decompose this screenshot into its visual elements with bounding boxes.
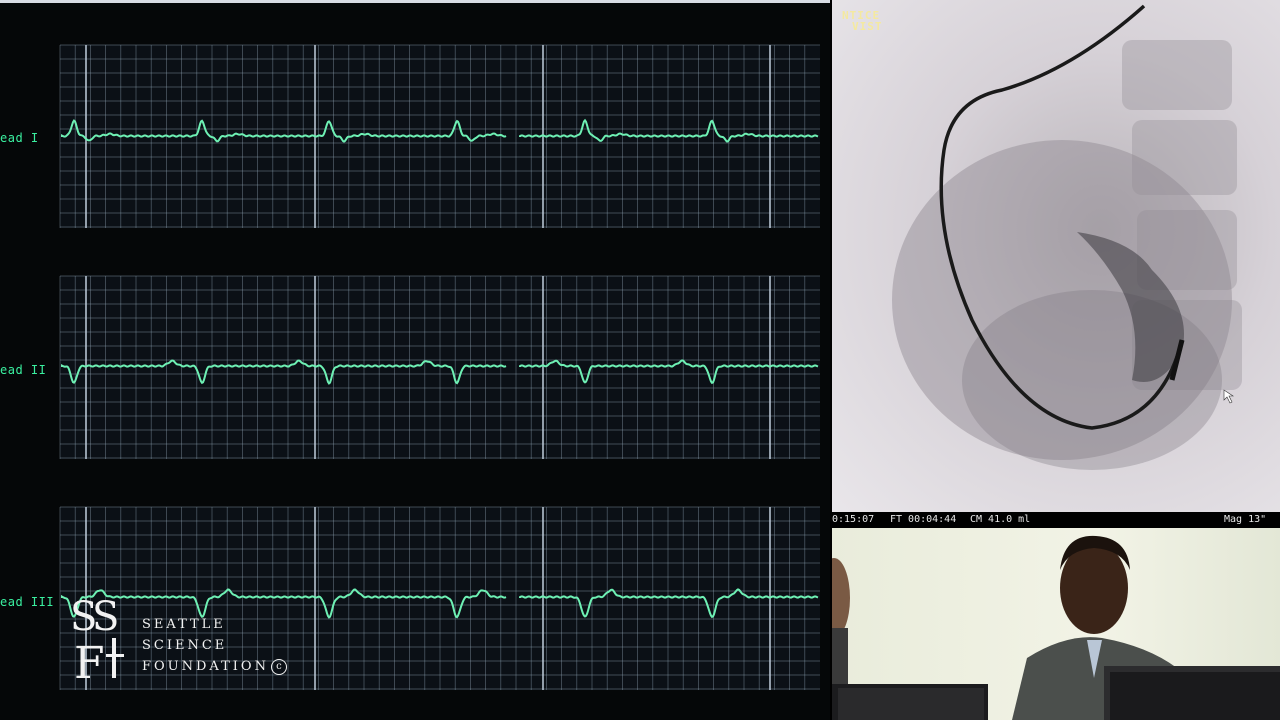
- status-ft: FT 00:04:44: [890, 514, 957, 525]
- svg-text:S: S: [92, 594, 119, 640]
- brand-line-2: VIST: [852, 20, 883, 33]
- copyright-icon: c: [270, 658, 287, 675]
- logo-line-2: SCIENCE: [142, 638, 228, 653]
- fluoro-status-bar: 0:15:07 FT 00:04:44 CM 41.0 ml Mag 13": [832, 512, 1280, 528]
- fluoroscopy-scene: [892, 4, 1242, 470]
- logo-line-1: SEATTLE: [142, 617, 226, 632]
- logo-line-3: FOUNDATION: [142, 659, 269, 674]
- seattle-science-foundation-logo: S S F SEATTLE SCIENCE FOUNDATION c: [70, 594, 310, 684]
- status-time: 0:15:07: [832, 514, 875, 525]
- status-mag: Mag 13": [1224, 514, 1267, 525]
- status-cm: CM 41.0 ml: [970, 514, 1031, 525]
- presenter-scene: [832, 535, 1280, 720]
- fluoro-brand: NTICE VIST: [842, 10, 883, 32]
- presenter-video: [832, 528, 1280, 720]
- ssf-monogram-icon: S S F: [70, 594, 124, 682]
- lead-ii-label: ead II: [0, 363, 47, 377]
- fluoroscopy-image: NTICE VIST: [832, 0, 1280, 512]
- lead-iii-label: ead III: [0, 595, 55, 609]
- svg-text:F: F: [74, 638, 105, 682]
- lead-i-label: ead I: [0, 131, 39, 145]
- logo-wordmark: SEATTLE SCIENCE FOUNDATION c: [142, 614, 287, 677]
